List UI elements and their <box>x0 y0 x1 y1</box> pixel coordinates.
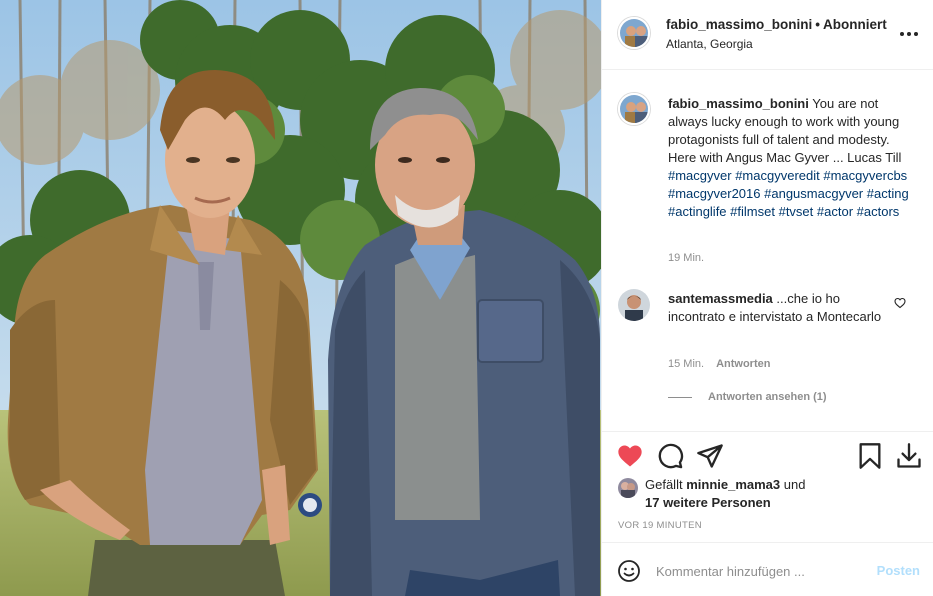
comment-input[interactable] <box>656 560 856 582</box>
hashtag-link[interactable]: #tvset <box>779 204 814 219</box>
likes-text: Gefällt minnie_mama3 und 17 weitere Perso… <box>645 476 885 512</box>
likes-others[interactable]: 17 weitere Personen <box>645 495 771 510</box>
more-options-icon[interactable] <box>900 25 920 41</box>
author-username[interactable]: fabio_massimo_bonini <box>666 17 812 32</box>
emoji-icon[interactable] <box>617 559 641 583</box>
comment-icon[interactable] <box>656 442 684 470</box>
separator-dot: • <box>815 17 821 32</box>
share-icon[interactable] <box>696 442 724 470</box>
likes-prefix: Gefällt <box>645 477 683 492</box>
hashtag-link[interactable]: #macgyveredit <box>735 168 820 183</box>
caption-hashtags: #macgyver #macgyveredit #macgyvercbs #ma… <box>668 168 909 219</box>
hashtag-link[interactable]: #macgyver <box>668 168 732 183</box>
follow-status[interactable]: Abonniert <box>823 17 887 32</box>
hashtag-link[interactable]: #actinglife <box>668 204 727 219</box>
post-photo[interactable] <box>0 0 601 596</box>
action-bar <box>602 431 933 481</box>
commenter-username[interactable]: santemassmedia <box>668 291 773 306</box>
post-location[interactable]: Atlanta, Georgia <box>666 37 753 51</box>
download-icon[interactable] <box>895 442 923 470</box>
view-replies-button[interactable]: Antworten ansehen (1) <box>668 391 827 403</box>
likes-connector: und <box>783 477 806 492</box>
caption-author-avatar[interactable] <box>618 93 650 125</box>
liker-username[interactable]: minnie_mama3 <box>686 477 780 492</box>
divider-line <box>668 396 692 398</box>
comments-area: fabio_massimo_bonini You are not always … <box>602 71 933 431</box>
hashtag-link[interactable]: #angusmacgyver <box>764 186 863 201</box>
comment-meta: 15 Min. Antworten <box>668 358 770 370</box>
like-icon[interactable] <box>616 442 644 470</box>
author-line: fabio_massimo_bonini • Abonniert <box>666 17 887 32</box>
comment-like-icon[interactable] <box>894 297 906 309</box>
hashtag-link[interactable]: #acting <box>867 186 909 201</box>
post-timestamp[interactable]: VOR 19 MINUTEN <box>618 520 702 531</box>
reply-button[interactable]: Antworten <box>716 358 770 370</box>
hashtag-link[interactable]: #actor <box>817 204 853 219</box>
post-comment-button[interactable]: Posten <box>877 563 920 578</box>
comment-text: santemassmedia ...che io ho incontrato e… <box>668 290 888 326</box>
commenter-avatar[interactable] <box>618 289 650 321</box>
view-replies-label: Antworten ansehen (1) <box>708 391 827 403</box>
caption-text: fabio_massimo_bonini You are not always … <box>668 95 918 221</box>
hashtag-link[interactable]: #actors <box>857 204 900 219</box>
hashtag-link[interactable]: #macgyvercbs <box>823 168 907 183</box>
liker-avatar[interactable] <box>618 478 638 498</box>
hashtag-link[interactable]: #filmset <box>730 204 775 219</box>
comment-composer: Posten <box>602 542 933 596</box>
post-header: fabio_massimo_bonini • Abonniert Atlanta, … <box>602 0 933 70</box>
bookmark-icon[interactable] <box>856 442 884 470</box>
post-detail-panel: fabio_massimo_bonini • Abonniert Atlanta, … <box>601 0 933 596</box>
author-avatar[interactable] <box>618 17 650 49</box>
post-image <box>0 0 601 596</box>
hashtag-link[interactable]: #macgyver2016 <box>668 186 761 201</box>
comment-time: 15 Min. <box>668 358 705 370</box>
caption-username[interactable]: fabio_massimo_bonini <box>668 96 809 111</box>
caption-time: 19 Min. <box>668 252 705 264</box>
